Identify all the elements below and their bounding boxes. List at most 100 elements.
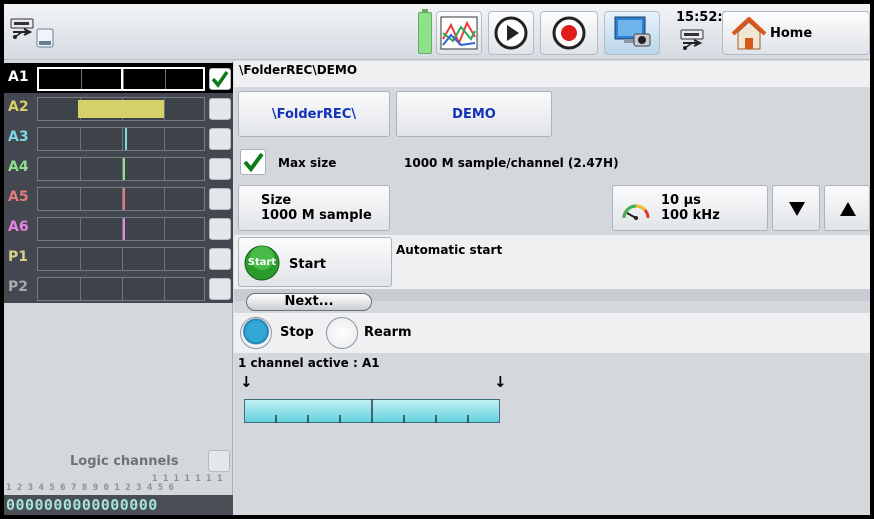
usb-status-icon [680,29,704,50]
play-icon [494,16,528,50]
stop-radio[interactable] [240,317,272,349]
channel-trace-track[interactable] [37,277,205,301]
home-icon [731,17,767,50]
channel-enable-checkbox[interactable] [209,158,231,180]
screenshot-camera-icon [614,16,651,47]
channel-name: P1 [8,249,29,265]
size-button[interactable]: Size 1000 M sample [238,185,390,231]
grid-line [164,98,165,120]
grid-line [164,158,165,180]
chart-view-button[interactable] [436,11,482,55]
channel-enable-checkbox[interactable] [209,248,231,270]
channel-trace-track[interactable] [37,247,205,271]
logic-channel-units: 1 2 3 4 5 6 7 8 9 0 1 2 3 4 5 6 [6,483,174,493]
stop-label: Stop [280,325,314,340]
home-label: Home [770,26,813,41]
grid-line [165,69,166,89]
channel-trace-track[interactable] [37,67,205,91]
channel-row-p2[interactable]: P2 [4,273,233,303]
checkmark-icon [211,71,229,88]
channel-signal-cursor [123,158,125,180]
channel-buffer-area [234,353,870,515]
top-toolbar: 15:52:33 Home [4,4,870,60]
channel-signal-cursor [125,128,127,150]
channel-signal-block [78,100,164,118]
channel-name: A1 [8,69,29,85]
logic-channels-checkbox[interactable] [208,450,230,472]
channel-name: A2 [8,99,29,115]
logic-channel-states: 0000000000000000 [4,495,233,515]
grid-line [122,128,123,150]
channel-trace-track[interactable] [37,187,205,211]
channel-enable-checkbox[interactable] [209,218,231,240]
start-mode-text: Automatic start [396,243,503,257]
channel-signal-cursor [123,218,125,240]
channel-enable-checkbox[interactable] [209,278,231,300]
folder-button-label: \FolderREC\ [271,107,357,122]
active-channels-text: 1 channel active : A1 [238,356,380,370]
decrease-button[interactable] [772,185,820,231]
channel-row-a5[interactable]: A5 [4,183,233,213]
sample-time: 10 µs [661,193,701,208]
grid-line [80,158,81,180]
channel-enable-checkbox[interactable] [209,128,231,150]
channel-enable-checkbox[interactable] [209,188,231,210]
max-size-info: 1000 M sample/channel (2.47H) [404,156,619,170]
channel-signal-cursor [121,69,123,89]
path-band: \FolderREC\DEMO [234,61,870,87]
record-icon [552,16,586,50]
rearm-radio[interactable] [326,317,358,349]
next-button[interactable]: Next... [246,293,372,311]
usb-drive-icon[interactable] [10,18,36,40]
increase-button[interactable] [824,185,870,231]
checkmark-icon [243,152,264,173]
channel-trace-track[interactable] [37,97,205,121]
chart-view-icon [440,16,478,50]
battery-icon [418,9,432,54]
sample-rate-button[interactable]: 10 µs 100 kHz [612,185,768,231]
buffer-start-marker: ↓ [240,373,253,391]
start-icon-text: Start [247,257,277,268]
channel-name: A3 [8,129,29,145]
rearm-label: Rearm [364,325,412,340]
grid-line [80,128,81,150]
channel-row-a2[interactable]: A2 [4,93,233,123]
channel-trace-track[interactable] [37,157,205,181]
size-value: 1000 M sample [261,208,372,223]
channel-row-p1[interactable]: P1 [4,243,233,273]
logic-channels-label: Logic channels [70,454,179,469]
record-path: \FolderREC\DEMO [239,63,358,77]
grid-line [122,248,123,270]
filename-button[interactable]: DEMO [396,91,552,137]
grid-line [123,69,124,89]
buffer-ticks [275,399,469,423]
channel-name: A5 [8,189,29,205]
grid-line [164,248,165,270]
channel-row-a6[interactable]: A6 [4,213,233,243]
disk-icon[interactable] [36,28,54,48]
screenshot-button[interactable] [604,11,660,55]
grid-line [122,278,123,300]
channel-row-a4[interactable]: A4 [4,153,233,183]
channel-row-a3[interactable]: A3 [4,123,233,153]
play-button[interactable] [488,11,534,55]
size-label: Size [261,193,292,208]
grid-line [164,188,165,210]
max-size-checkbox[interactable] [240,149,266,175]
channel-trace-track[interactable] [37,127,205,151]
recording-setup-panel: \FolderREC\DEMO \FolderREC\ DEMO Max siz… [234,61,870,515]
grid-line [164,278,165,300]
grid-line [80,278,81,300]
channel-trace-track[interactable] [37,217,205,241]
record-button[interactable] [540,11,598,55]
channel-enable-checkbox[interactable] [209,98,231,120]
buffer-end-marker: ↓ [494,373,507,391]
channel-row-a1[interactable]: A1 [4,63,233,93]
triangle-up-icon [840,202,856,216]
max-size-label: Max size [278,156,337,170]
channel-enable-checkbox[interactable] [209,68,231,90]
folder-button[interactable]: \FolderREC\ [238,91,390,137]
start-mode-button[interactable]: Start Start [238,237,392,287]
grid-line [164,218,165,240]
grid-line [80,188,81,210]
